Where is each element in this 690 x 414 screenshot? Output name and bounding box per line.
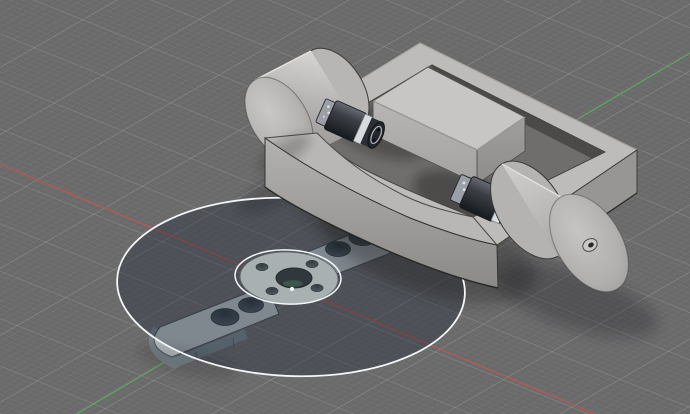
hub-bolt-hole: [306, 260, 318, 267]
viewport-canvas[interactable]: [0, 0, 690, 414]
origin-point[interactable]: [290, 287, 294, 291]
hub-bolt-hole: [311, 284, 323, 291]
hub-bolt-hole: [256, 263, 268, 270]
model-scene[interactable]: [0, 0, 690, 414]
axis-glint-in-bore: [283, 280, 303, 286]
hub-bolt-hole: [266, 287, 278, 294]
